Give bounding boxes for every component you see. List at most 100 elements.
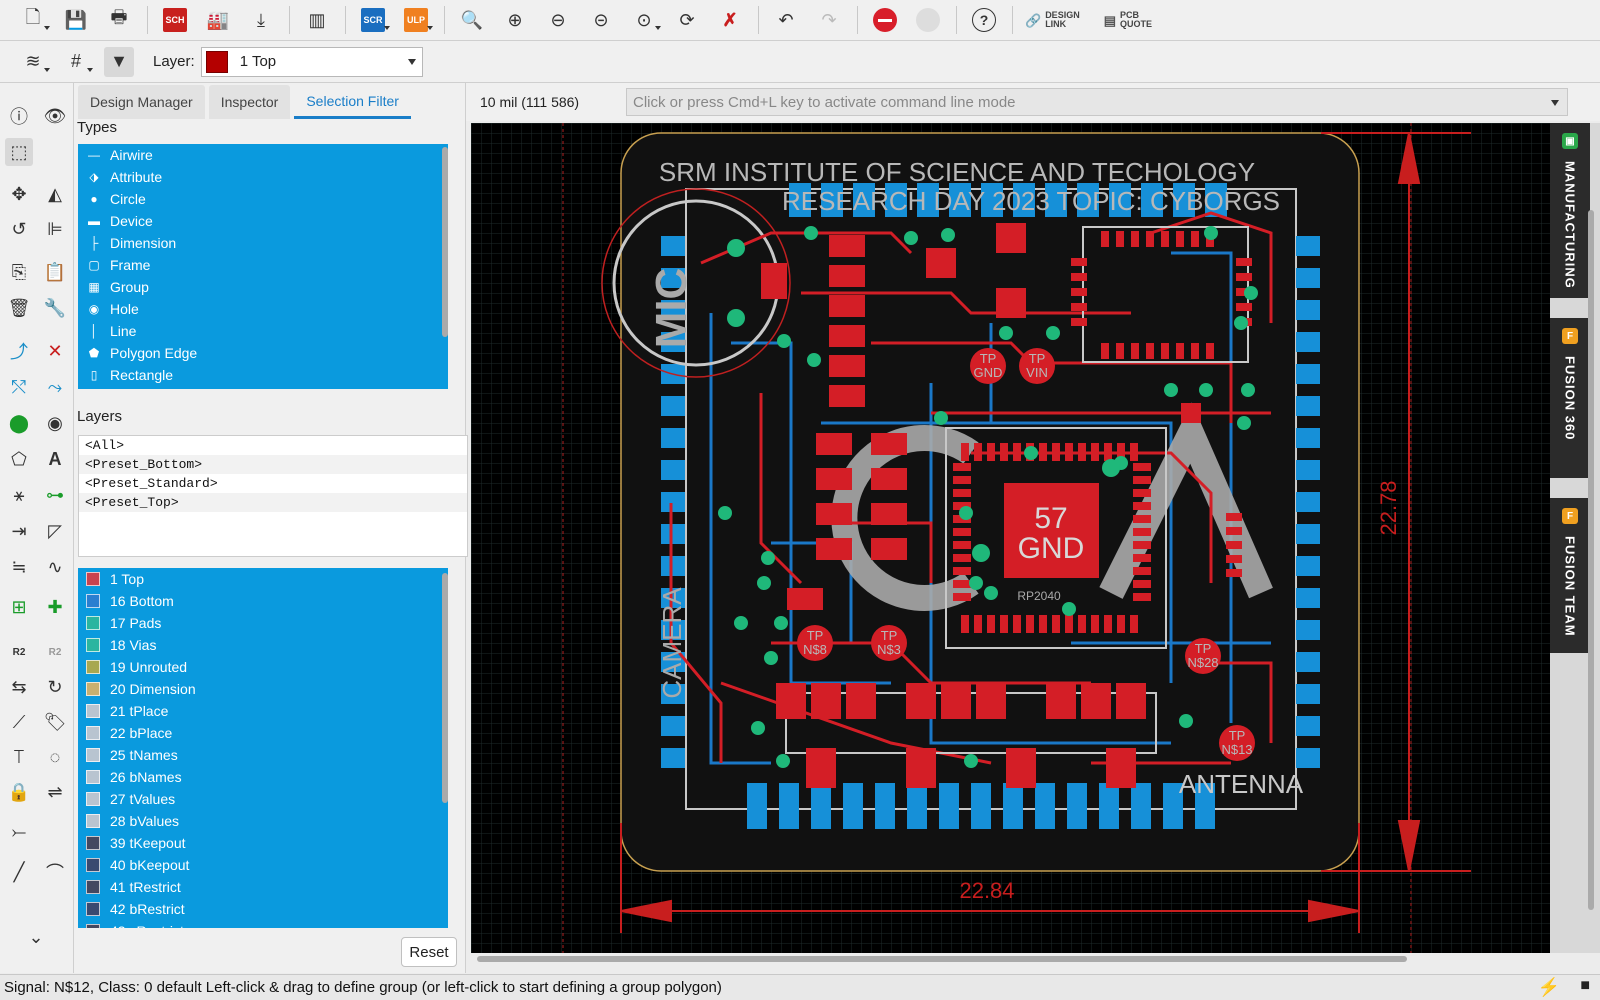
align-icon[interactable]: ⊫ <box>41 215 69 243</box>
layer-item[interactable]: 21 tPlace <box>78 700 448 722</box>
chevron-down-icon[interactable] <box>1551 100 1559 110</box>
layer-item[interactable]: 1 Top <box>78 568 448 590</box>
meander-icon[interactable]: ⤳ <box>41 373 69 401</box>
value-icon[interactable]: R2 <box>41 638 69 666</box>
help-icon[interactable]: ? <box>969 5 999 35</box>
delete-icon[interactable]: 🗑 <box>5 294 33 322</box>
name-icon[interactable]: R2 <box>5 638 33 666</box>
print-icon[interactable]: 🖶 <box>104 5 134 35</box>
layer-item[interactable]: 26 bNames <box>78 766 448 788</box>
types-list[interactable]: — Airwire ⬗ Attribute ● Circle ▬ Device ├ Dimensi… <box>78 144 448 389</box>
layer-item[interactable]: 27 tValues <box>78 788 448 810</box>
command-line-input[interactable]: Click or press Cmd+L key to activate com… <box>626 88 1568 116</box>
text-icon[interactable]: A <box>41 445 69 473</box>
canvas-horizontal-scrollbar[interactable] <box>477 956 1407 962</box>
reset-button[interactable]: Reset <box>401 937 457 967</box>
miter-icon[interactable]: ⤚ <box>5 818 33 846</box>
zoom-fit-icon[interactable]: 🔍 <box>457 5 487 35</box>
layer-item[interactable]: 40 bKeepout <box>78 854 448 876</box>
mirror-icon[interactable]: ◭ <box>41 180 69 208</box>
layer-item[interactable]: 28 bValues <box>78 810 448 832</box>
hole-icon[interactable]: ◉ <box>41 409 69 437</box>
layer-item[interactable]: 16 Bottom <box>78 590 448 612</box>
preset-item[interactable]: <All> <box>79 436 467 455</box>
copy-icon[interactable]: ⎘ <box>5 258 33 286</box>
board-svg[interactable]: SRM INSTITUTE OF SCIENCE AND TECHOLOGY R… <box>471 123 1550 953</box>
zoom-select-icon[interactable]: ⊙ <box>629 5 661 35</box>
types-scrollbar[interactable] <box>442 147 448 337</box>
redo-icon[interactable]: ↷ <box>814 5 844 35</box>
swap-icon[interactable]: ⇌ <box>41 778 69 806</box>
info-icon[interactable]: ⓘ <box>5 102 33 130</box>
tab-selection-filter[interactable]: Selection Filter <box>294 85 411 119</box>
optimize-icon[interactable]: ⟙ <box>5 743 33 771</box>
dimension-icon[interactable]: ≒ <box>5 553 33 581</box>
library-icon[interactable]: ▥ <box>302 5 332 35</box>
arc-icon[interactable]: ⌒ <box>41 858 69 886</box>
ripup-icon[interactable]: ✕ <box>41 337 69 365</box>
layer-item[interactable]: 41 tRestrict <box>78 876 448 898</box>
manufacturing-icon[interactable]: 🏭 <box>203 5 233 35</box>
cam-icon[interactable]: ⤓ <box>246 5 276 35</box>
layer-item[interactable]: 18 Vias <box>78 634 448 656</box>
tab-design-manager[interactable]: Design Manager <box>78 85 205 119</box>
paste-icon[interactable]: 📋 <box>41 258 69 286</box>
signal-icon[interactable]: ⚹ <box>5 481 33 509</box>
stop-small-icon[interactable]: ■ <box>1580 977 1590 995</box>
wave-icon[interactable]: ∿ <box>41 553 69 581</box>
type-item[interactable]: ├ Dimension <box>78 232 448 254</box>
layer-item[interactable]: 42 bRestrict <box>78 898 448 920</box>
change-icon[interactable]: ↻ <box>41 673 69 701</box>
type-item[interactable]: ⬗ Attribute <box>78 166 448 188</box>
type-item[interactable]: ▦ Group <box>78 276 448 298</box>
layer-item[interactable]: 20 Dimension <box>78 678 448 700</box>
layer-item[interactable]: 22 bPlace <box>78 722 448 744</box>
dashed-circle-icon[interactable]: ◌ <box>41 743 69 771</box>
layer-settings-icon[interactable]: ≋ <box>18 47 50 77</box>
zoom-in-icon[interactable]: ⊕ <box>500 5 530 35</box>
zoom-previous-icon[interactable]: ⊝ <box>586 5 616 35</box>
expand-icon[interactable]: ⌄ <box>22 923 50 951</box>
rotate-icon[interactable]: ↺ <box>5 215 33 243</box>
layers-list[interactable]: 1 Top 16 Bottom 17 Pads 18 Vias 19 Unrouted 2… <box>78 568 448 928</box>
ratsnest-icon[interactable]: ✗ <box>715 5 745 35</box>
layer-item[interactable]: 25 tNames <box>78 744 448 766</box>
type-item[interactable]: ▯ Rectangle <box>78 364 448 386</box>
group-select-icon[interactable]: ⬚ <box>5 138 33 166</box>
pcb-quote-button[interactable]: ▤ PCB QUOTE <box>1104 11 1152 29</box>
arc-draw-icon[interactable]: ◸ <box>41 517 69 545</box>
preset-item[interactable]: <Preset_Standard> <box>79 474 467 493</box>
type-item[interactable]: ● Circle <box>78 188 448 210</box>
move-icon[interactable]: ✥ <box>5 180 33 208</box>
tag-icon[interactable]: 🏷 <box>41 708 69 736</box>
stop-icon[interactable] <box>870 5 900 35</box>
filter-icon[interactable]: ▼ <box>104 46 134 77</box>
smash-icon[interactable]: ⟋ <box>5 708 33 736</box>
schematic-button[interactable]: SCH <box>160 5 190 35</box>
route-icon[interactable]: ⤴ <box>5 337 33 365</box>
fusion-360-tab[interactable]: F FUSION 360 <box>1550 318 1590 478</box>
lock-icon[interactable]: 🔒 <box>5 778 33 806</box>
type-item[interactable]: │ Line <box>78 320 448 342</box>
save-icon[interactable]: 💾 <box>61 5 91 35</box>
tab-inspector[interactable]: Inspector <box>208 85 291 119</box>
canvas-vertical-scrollbar[interactable] <box>1588 210 1594 910</box>
layer-item[interactable]: 43 vRestrict <box>78 920 448 928</box>
zoom-out-icon[interactable]: ⊖ <box>543 5 573 35</box>
layer-item[interactable]: 39 tKeepout <box>78 832 448 854</box>
replace-icon[interactable]: ⇆ <box>5 673 33 701</box>
split-icon[interactable]: ⤲ <box>5 373 33 401</box>
script-button[interactable]: SCR <box>358 5 390 35</box>
ulp-button[interactable]: ULP <box>401 5 433 35</box>
preset-item[interactable]: <Preset_Bottom> <box>79 455 467 474</box>
new-file-icon[interactable]: 🗋 <box>18 5 50 35</box>
type-item[interactable]: ▬ Device <box>78 210 448 232</box>
polygon-icon[interactable]: ⬠ <box>5 445 33 473</box>
add-part-icon[interactable]: ⊞ <box>5 593 33 621</box>
attribute-icon[interactable]: ⇥ <box>5 517 33 545</box>
layers-scrollbar[interactable] <box>442 573 448 803</box>
type-item[interactable]: ▢ Frame <box>78 254 448 276</box>
grid-icon[interactable]: # <box>61 47 93 77</box>
type-item[interactable]: ◉ Hole <box>78 298 448 320</box>
board-canvas[interactable]: SRM INSTITUTE OF SCIENCE AND TECHOLOGY R… <box>471 123 1550 953</box>
